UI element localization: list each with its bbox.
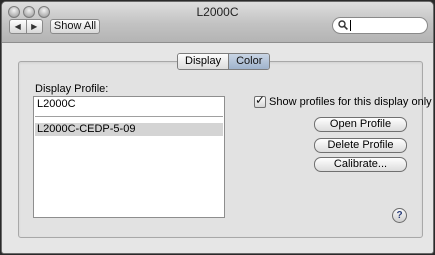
left-arrow-icon: ◀: [14, 22, 21, 31]
show-all-button[interactable]: Show All: [50, 19, 100, 34]
profile-list[interactable]: L2000C L2000C-CEDP-5-09: [33, 96, 225, 218]
show-profiles-label: Show profiles for this display only: [269, 96, 432, 108]
delete-profile-button[interactable]: Delete Profile: [314, 138, 407, 153]
tab-bar: Display Color: [177, 53, 271, 70]
search-field[interactable]: [332, 17, 428, 34]
search-icon: [338, 20, 348, 30]
show-profiles-option[interactable]: ✓ Show profiles for this display only: [254, 93, 432, 108]
help-icon[interactable]: ?: [392, 208, 407, 223]
list-item[interactable]: L2000C: [35, 98, 223, 111]
text-cursor: [350, 20, 351, 31]
show-profiles-checkbox[interactable]: ✓: [254, 93, 266, 108]
calibrate-button[interactable]: Calibrate...: [314, 157, 407, 172]
list-item-selected[interactable]: L2000C-CEDP-5-09: [35, 123, 223, 136]
checkmark-icon: ✓: [255, 93, 266, 107]
forward-button[interactable]: ▶: [25, 20, 43, 33]
tab-color[interactable]: Color: [228, 54, 270, 69]
right-arrow-icon: ▶: [31, 22, 38, 31]
list-divider: [35, 116, 223, 117]
back-button[interactable]: ◀: [10, 20, 26, 33]
search-input[interactable]: [349, 19, 423, 32]
preferences-window: L2000C ◀ ▶ Show All Display Color Displa…: [1, 1, 434, 254]
open-profile-button[interactable]: Open Profile: [314, 117, 407, 132]
navigation-buttons: ◀ ▶: [9, 19, 43, 34]
titlebar: L2000C ◀ ▶ Show All: [2, 2, 433, 43]
tab-display[interactable]: Display: [178, 54, 229, 69]
display-profile-label: Display Profile:: [35, 83, 109, 95]
